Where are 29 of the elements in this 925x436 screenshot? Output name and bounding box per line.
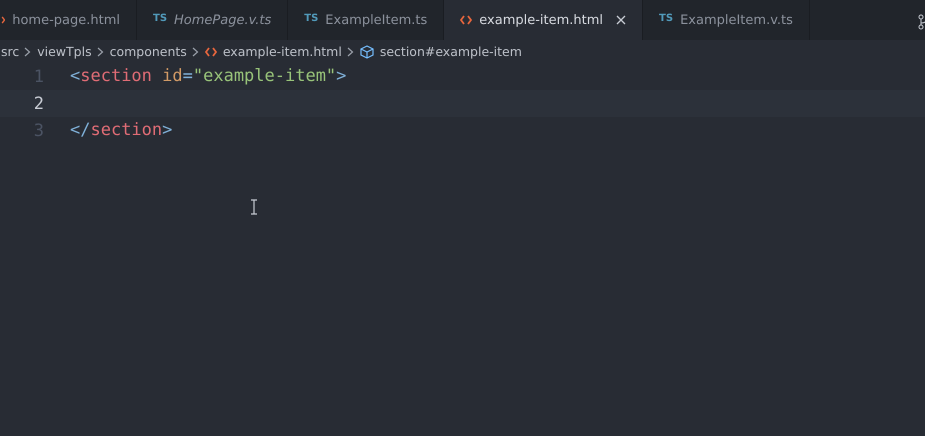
breadcrumb-item[interactable]: src [1,44,20,59]
breadcrumb-item[interactable]: components [110,44,187,59]
breadcrumb-item[interactable]: example-item.html [222,44,342,59]
tab-label: home-page.html [12,12,120,28]
line-number: 2 [32,94,45,114]
tab-label: example-item.html [479,12,604,28]
ts-icon: TS [304,12,318,24]
chevron-icon [346,46,354,56]
ts-icon: TS [659,12,674,24]
chevron-icon [192,46,199,56]
editor-tab[interactable]: home-page.html [0,0,137,40]
cube-icon [360,44,374,58]
breadcrumb-item[interactable]: section#example-item [380,44,522,59]
editor-tab[interactable]: TS HomePage.v.ts [137,0,288,40]
ts-icon: TS [153,12,168,24]
chevron-icon [96,46,104,56]
tab-label: HomePage.v.ts [174,12,272,28]
breadcrumb-item[interactable]: viewTpls [37,44,92,59]
close-icon[interactable] [616,15,626,25]
code-line: <section id="example-item"> [70,65,348,88]
editor-tab[interactable]: TS ExampleItem.v.ts [643,0,810,40]
code-icon [460,15,472,25]
code-icon [204,46,217,56]
tab-label: ExampleItem.ts [325,12,428,28]
code-line: </section> [70,119,174,142]
editor-tab[interactable]: example-item.html [444,0,644,40]
text-cursor-icon [250,199,258,215]
chevron-icon [24,46,32,56]
tab-label: ExampleItem.v.ts [680,12,793,28]
